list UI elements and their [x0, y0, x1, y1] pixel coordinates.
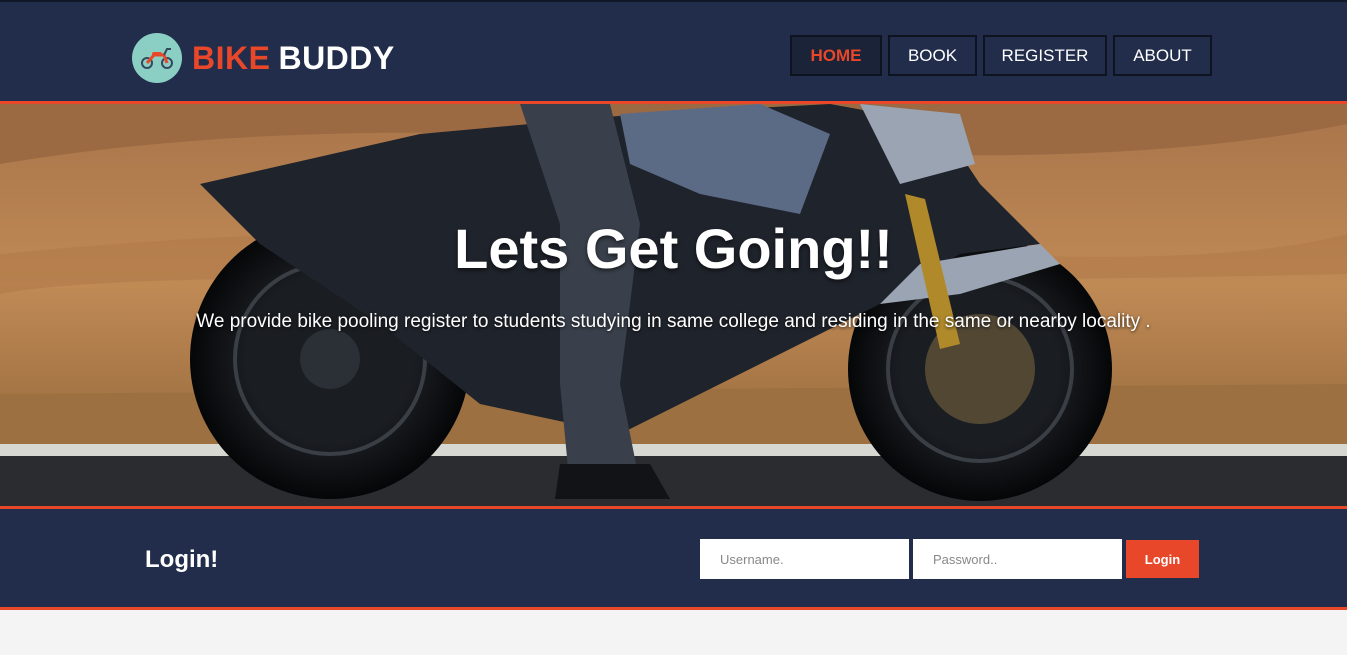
- hero-subtitle: We provide bike pooling register to stud…: [196, 311, 1151, 332]
- brand-part-2: BUDDY: [278, 39, 395, 76]
- nav-home[interactable]: HOME: [790, 35, 882, 76]
- scooter-icon: [132, 33, 182, 83]
- brand-name: BIKE BUDDY: [192, 40, 395, 77]
- login-bar: Login! Login: [0, 506, 1347, 610]
- login-button[interactable]: Login: [1126, 540, 1199, 578]
- site-header: BIKE BUDDY HOME BOOK REGISTER ABOUT: [0, 0, 1347, 104]
- main-nav: HOME BOOK REGISTER ABOUT: [790, 35, 1212, 76]
- brand-part-1: BIKE: [192, 39, 271, 76]
- hero-title: Lets Get Going!!: [454, 217, 893, 280]
- password-input[interactable]: [913, 539, 1122, 579]
- nav-about[interactable]: ABOUT: [1113, 35, 1212, 76]
- hero-banner: Lets Get Going!! We provide bike pooling…: [0, 104, 1347, 506]
- username-input[interactable]: [700, 539, 909, 579]
- logo[interactable]: BIKE BUDDY: [132, 32, 395, 84]
- nav-register[interactable]: REGISTER: [983, 35, 1107, 76]
- login-title: Login!: [145, 546, 219, 573]
- hero-background-image: [0, 104, 1347, 506]
- nav-book[interactable]: BOOK: [888, 35, 977, 76]
